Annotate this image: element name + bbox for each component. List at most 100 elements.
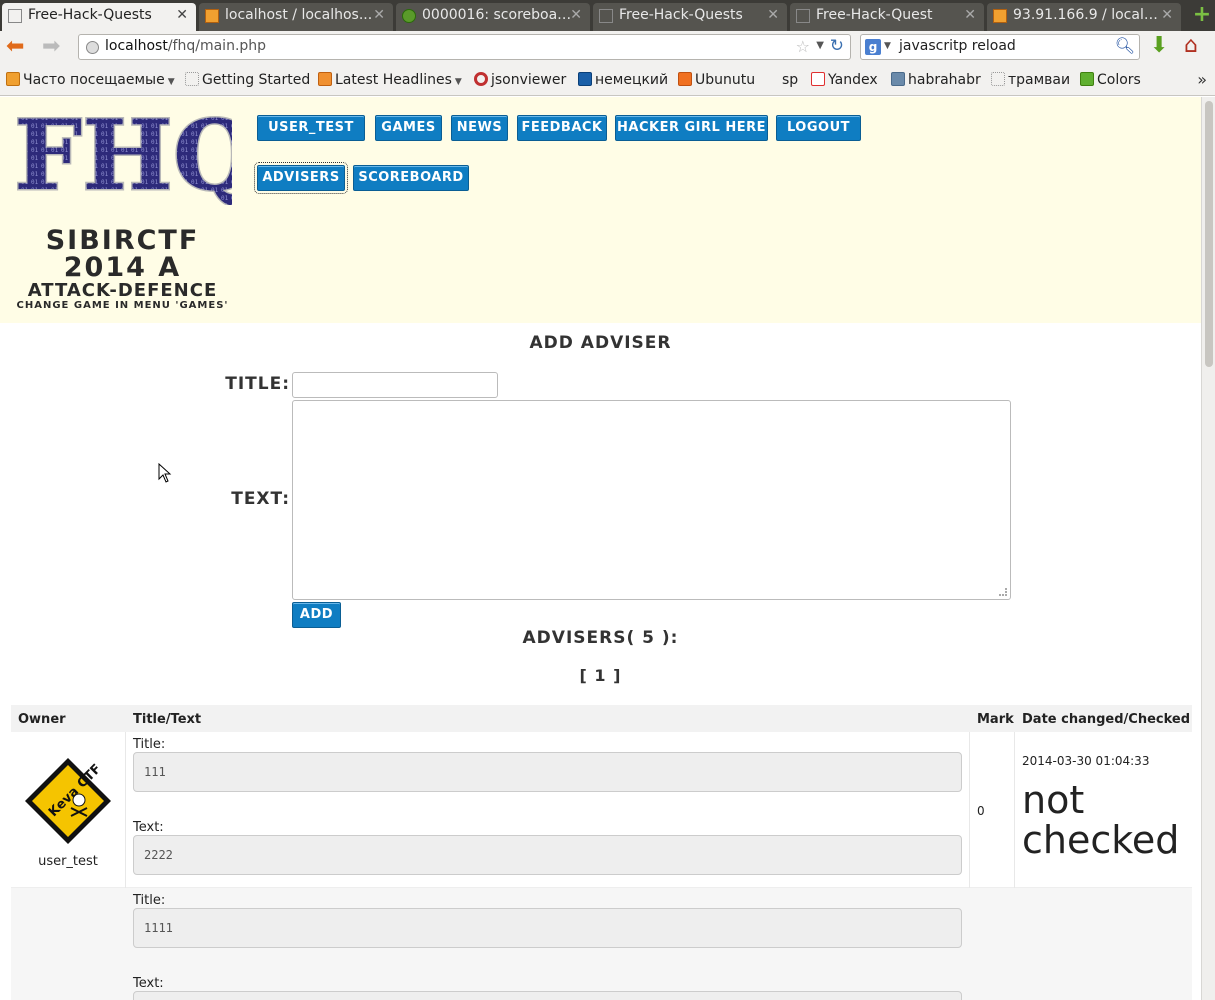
mouse-cursor-icon <box>158 463 172 483</box>
column-header: Mark <box>977 712 1014 727</box>
adviser-text-field[interactable] <box>133 991 962 1000</box>
browser-tab-bar: Free-Hack-Quests ✕ localhost / localhos.… <box>0 0 1215 31</box>
column-divider <box>1014 732 1015 888</box>
bookmarks-toolbar: Часто посещаемые ▼ Getting Started Latest… <box>0 64 1215 96</box>
browser-tab[interactable]: Free-Hack-Quests ✕ <box>2 3 196 31</box>
avatar: Keva CTF <box>25 758 111 844</box>
back-arrow-icon[interactable]: ⬅ <box>6 35 24 59</box>
bookmark-item[interactable]: Colors <box>1080 72 1141 88</box>
column-header: Date changed/Checked <box>1022 712 1191 727</box>
add-adviser-heading: ADD ADVISER <box>529 333 672 353</box>
nav-games-button[interactable]: GAMES <box>375 115 442 141</box>
nav-scoreboard-button[interactable]: SCOREBOARD <box>353 165 469 191</box>
text-textarea[interactable] <box>292 400 1011 600</box>
browser-tab[interactable]: Free-Hack-Quest ✕ <box>790 3 984 31</box>
tab-title: 93.91.166.9 / localh... <box>1013 7 1163 23</box>
nav-logout-button[interactable]: LOGOUT <box>776 115 861 141</box>
bookmark-item[interactable]: sp <box>765 72 798 88</box>
reload-icon[interactable]: ↻ <box>830 36 844 56</box>
blank-page-icon <box>991 72 1005 86</box>
close-icon[interactable]: ✕ <box>964 7 976 23</box>
mark-value: 0 <box>977 804 985 818</box>
bug-icon <box>402 9 416 23</box>
address-bar[interactable]: localhost/fhq/main.php ☆ ▼ ↻ <box>78 34 851 60</box>
rss-icon <box>318 72 332 86</box>
bookmark-item[interactable]: Часто посещаемые ▼ <box>6 72 175 88</box>
download-icon[interactable]: ⬇ <box>1150 33 1168 58</box>
site-header: 01 FHQ USER_TEST GAMES NEWS FEEDBACK HAC… <box>0 97 1201 323</box>
game-year: 2014 A <box>63 252 182 283</box>
browser-tab[interactable]: localhost / localhos... ✕ <box>199 3 393 31</box>
title-field-label: Title: <box>133 737 166 752</box>
adviser-title-field[interactable]: 1111 <box>133 908 962 948</box>
navigation-toolbar: ⬅ ➡ localhost/fhq/main.php ☆ ▼ ↻ g ▼ jav… <box>0 31 1215 64</box>
table-row: Title: 1111 Text: <box>11 888 1192 1000</box>
bookmark-item[interactable]: немецкий <box>578 72 668 88</box>
blank-page-icon <box>796 9 810 23</box>
pagination[interactable]: [ 1 ] <box>0 666 1201 685</box>
date-changed: 2014-03-30 01:04:33 <box>1022 754 1150 768</box>
chevron-right-icon[interactable]: » <box>1197 70 1207 89</box>
page-scrollbar[interactable] <box>1201 97 1215 1000</box>
title-field-label: Title: <box>133 893 166 908</box>
bookmark-item[interactable]: Latest Headlines ▼ <box>318 72 462 88</box>
bookmark-item[interactable]: Ubunutu <box>678 72 755 88</box>
phpmyadmin-icon <box>205 9 219 23</box>
resize-grip-icon[interactable] <box>999 588 1007 596</box>
scrollbar-thumb[interactable] <box>1205 101 1213 367</box>
chevron-down-icon: ▼ <box>167 77 175 87</box>
close-icon[interactable]: ✕ <box>1161 7 1173 23</box>
habr-icon <box>891 72 905 86</box>
search-icon[interactable]: 🔍︎ <box>1115 36 1135 55</box>
tab-title: localhost / localhos... <box>225 7 373 23</box>
browser-tab[interactable]: 0000016: scoreboar... ✕ <box>396 3 590 31</box>
chevron-down-icon[interactable]: ▼ <box>884 41 891 51</box>
site-identity-icon[interactable] <box>86 41 99 54</box>
column-divider <box>125 732 126 888</box>
advisers-heading: ADVISERS( 5 ): <box>522 628 679 648</box>
cart-icon <box>765 72 779 86</box>
column-header: Owner <box>18 712 66 727</box>
bookmark-star-icon[interactable]: ☆ <box>796 37 810 56</box>
blank-page-icon <box>185 72 199 86</box>
fhq-logo[interactable]: 01 FHQ <box>10 105 233 205</box>
nav-hacker-girl-button[interactable]: HACKER GIRL HERE <box>615 115 768 141</box>
nav-news-button[interactable]: NEWS <box>451 115 508 141</box>
browser-tab[interactable]: 93.91.166.9 / localh... ✕ <box>987 3 1181 31</box>
bookmark-item[interactable]: jsonviewer <box>474 72 566 88</box>
title-label: TITLE: <box>225 374 290 394</box>
game-hint: CHANGE GAME IN MENU 'GAMES' <box>16 300 229 311</box>
colors-icon <box>1080 72 1094 86</box>
search-bar[interactable]: g ▼ javascritp reload 🔍︎ <box>860 34 1140 60</box>
add-button[interactable]: ADD <box>292 602 341 628</box>
tab-title: 0000016: scoreboar... <box>422 7 572 23</box>
bookmark-item[interactable]: habrahabr <box>891 72 981 88</box>
nav-feedback-button[interactable]: FEEDBACK <box>517 115 607 141</box>
close-icon[interactable]: ✕ <box>570 7 582 23</box>
bookmark-item[interactable]: Getting Started <box>185 72 310 88</box>
yandex-icon <box>811 72 825 86</box>
browser-tab[interactable]: Free-Hack-Quests ✕ <box>593 3 787 31</box>
home-icon[interactable]: ⌂ <box>1184 33 1198 58</box>
new-tab-icon[interactable]: + <box>1191 4 1213 27</box>
forward-arrow-icon[interactable]: ➡ <box>42 35 60 59</box>
text-field-label: Text: <box>133 976 164 991</box>
nav-user-button[interactable]: USER_TEST <box>257 115 365 141</box>
title-input[interactable] <box>292 372 498 398</box>
chevron-down-icon[interactable]: ▼ <box>816 40 824 51</box>
close-icon[interactable]: ✕ <box>176 7 188 23</box>
svg-text:FHQ: FHQ <box>14 105 232 205</box>
column-header: Title/Text <box>133 712 202 727</box>
check-status: not checked <box>1022 778 1180 862</box>
bookmark-item[interactable]: трамваи <box>991 72 1070 88</box>
rss-folder-icon <box>6 72 20 86</box>
text-label: TEXT: <box>231 489 290 509</box>
close-icon[interactable]: ✕ <box>373 7 385 23</box>
bookmark-item[interactable]: Yandex <box>811 72 878 88</box>
google-icon[interactable]: g <box>865 39 881 55</box>
search-input[interactable]: javascritp reload <box>899 38 1016 54</box>
adviser-text-field[interactable]: 2222 <box>133 835 962 875</box>
close-icon[interactable]: ✕ <box>767 7 779 23</box>
nav-advisers-button[interactable]: ADVISERS <box>254 162 348 194</box>
adviser-title-field[interactable]: 111 <box>133 752 962 792</box>
